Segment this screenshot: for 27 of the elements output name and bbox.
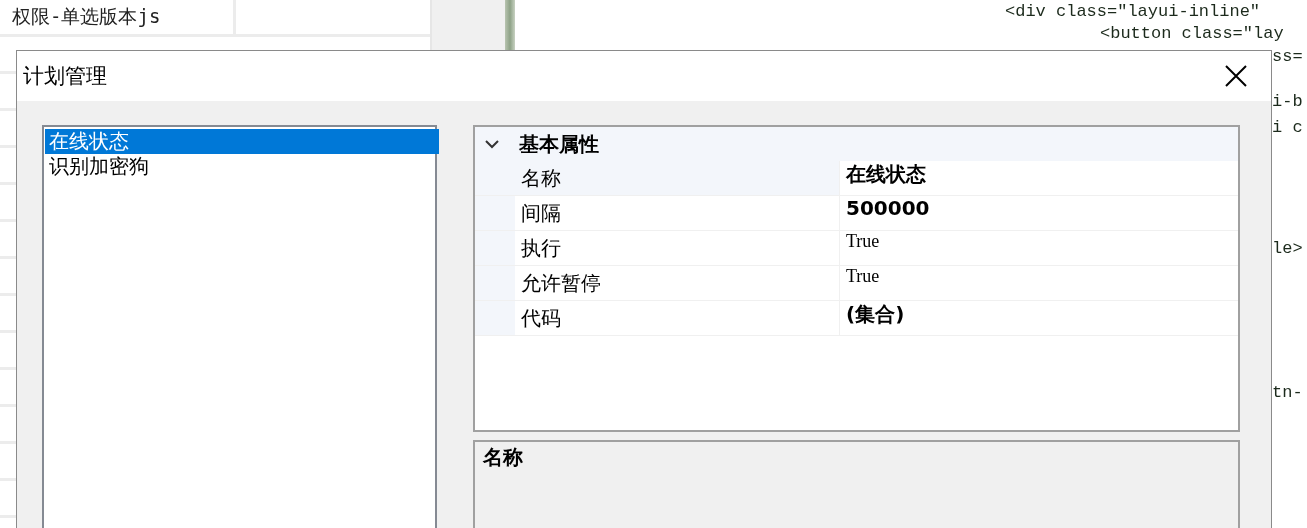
chevron-icon [485, 139, 499, 149]
property-value[interactable]: 在线状态 [840, 161, 1238, 195]
code-line: ss= [1272, 47, 1303, 67]
code-line: i c [1272, 118, 1303, 138]
code-line: <div class="layui-inline" [1005, 2, 1261, 22]
category-label: 基本属性 [519, 130, 599, 158]
code-line: i-b [1272, 92, 1303, 112]
category-header[interactable]: 基本属性 [475, 127, 1238, 161]
property-value[interactable]: 500000 [840, 196, 1238, 230]
property-name[interactable]: 名称 [515, 161, 840, 195]
plan-item[interactable]: 识别加密狗 [45, 154, 439, 179]
description-title: 名称 [483, 445, 523, 469]
code-line: <button class="lay [1100, 24, 1284, 44]
property-value[interactable]: (集合) [840, 301, 1238, 335]
property-name[interactable]: 执行 [515, 231, 840, 265]
close-button[interactable] [1223, 63, 1249, 89]
property-value[interactable]: True [840, 231, 1238, 265]
property-name[interactable]: 允许暂停 [515, 266, 840, 300]
property-name[interactable]: 代码 [515, 301, 840, 335]
property-value[interactable]: True [840, 266, 1238, 300]
plan-item[interactable]: 在线状态 [45, 129, 439, 154]
close-icon [1223, 63, 1249, 89]
dialog-title: 计划管理 [23, 63, 107, 90]
property-name[interactable]: 间隔 [515, 196, 840, 230]
code-line: le> [1272, 239, 1303, 259]
code-line: tn- [1272, 383, 1303, 403]
table-cell-text: 权限-单选版本js [11, 4, 162, 29]
